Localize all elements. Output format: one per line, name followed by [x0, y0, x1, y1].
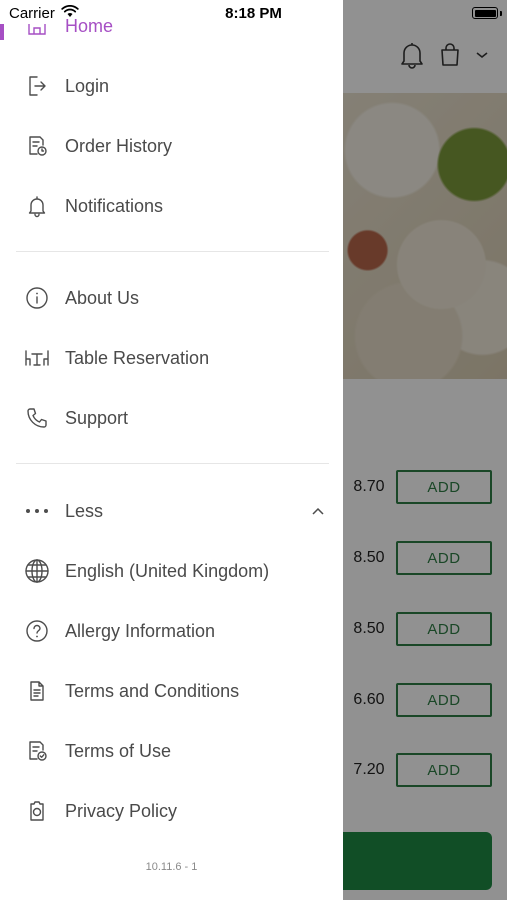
menu-label-language: English (United Kingdom) [65, 560, 270, 581]
menu-label-terms-and-conditions: Terms and Conditions [65, 680, 240, 701]
menu-label-order-history: Order History [65, 135, 173, 156]
document-icon [24, 678, 50, 704]
menu-label-login: Login [65, 75, 110, 96]
menu-item-about-us[interactable]: About Us [0, 274, 343, 322]
side-drawer: Home Login Order History Notifications A… [0, 0, 343, 900]
bell-icon [24, 193, 50, 219]
menu-item-support[interactable]: Support [0, 394, 343, 442]
menu-item-login[interactable]: Login [0, 62, 343, 110]
info-icon [24, 285, 50, 311]
battery-tip [500, 11, 502, 16]
menu-label-support: Support [65, 407, 129, 428]
menu-label-allergy-information: Allergy Information [65, 620, 216, 641]
menu-item-table-reservation[interactable]: Table Reservation [0, 334, 343, 382]
menu-label-terms-of-use: Terms of Use [65, 740, 172, 761]
menu-item-allergy-information[interactable]: Allergy Information [0, 607, 343, 655]
menu-item-notifications[interactable]: Notifications [0, 182, 343, 230]
menu-label-notifications: Notifications [65, 195, 164, 216]
phone-icon [24, 405, 50, 431]
order-history-icon [24, 133, 50, 159]
menu-item-privacy-policy[interactable]: Privacy Policy [0, 787, 343, 835]
menu-label-privacy-policy: Privacy Policy [65, 800, 178, 821]
menu-label-table-reservation: Table Reservation [65, 347, 210, 368]
document-check-icon [24, 738, 50, 764]
table-icon [24, 345, 50, 371]
question-icon [24, 618, 50, 644]
status-time: 8:18 PM [225, 5, 282, 22]
menu-divider [16, 463, 329, 464]
status-bar: Carrier 8:18 PM [0, 0, 507, 28]
menu-divider [16, 251, 329, 252]
globe-icon [24, 558, 50, 584]
menu-label-less: Less [65, 500, 104, 521]
menu-label-about-us: About Us [65, 287, 140, 308]
menu-item-order-history[interactable]: Order History [0, 122, 343, 170]
menu-item-less[interactable]: Less [0, 487, 343, 535]
menu-item-terms-of-use[interactable]: Terms of Use [0, 727, 343, 775]
menu-item-terms-and-conditions[interactable]: Terms and Conditions [0, 667, 343, 715]
login-icon [24, 73, 50, 99]
menu-item-language[interactable]: English (United Kingdom) [0, 547, 343, 595]
app-version: 10.11.6 - 1 [145, 861, 198, 873]
chevron-up-icon [310, 503, 326, 519]
battery-icon [472, 7, 498, 19]
privacy-icon [24, 798, 50, 824]
more-dots-icon [24, 498, 50, 524]
